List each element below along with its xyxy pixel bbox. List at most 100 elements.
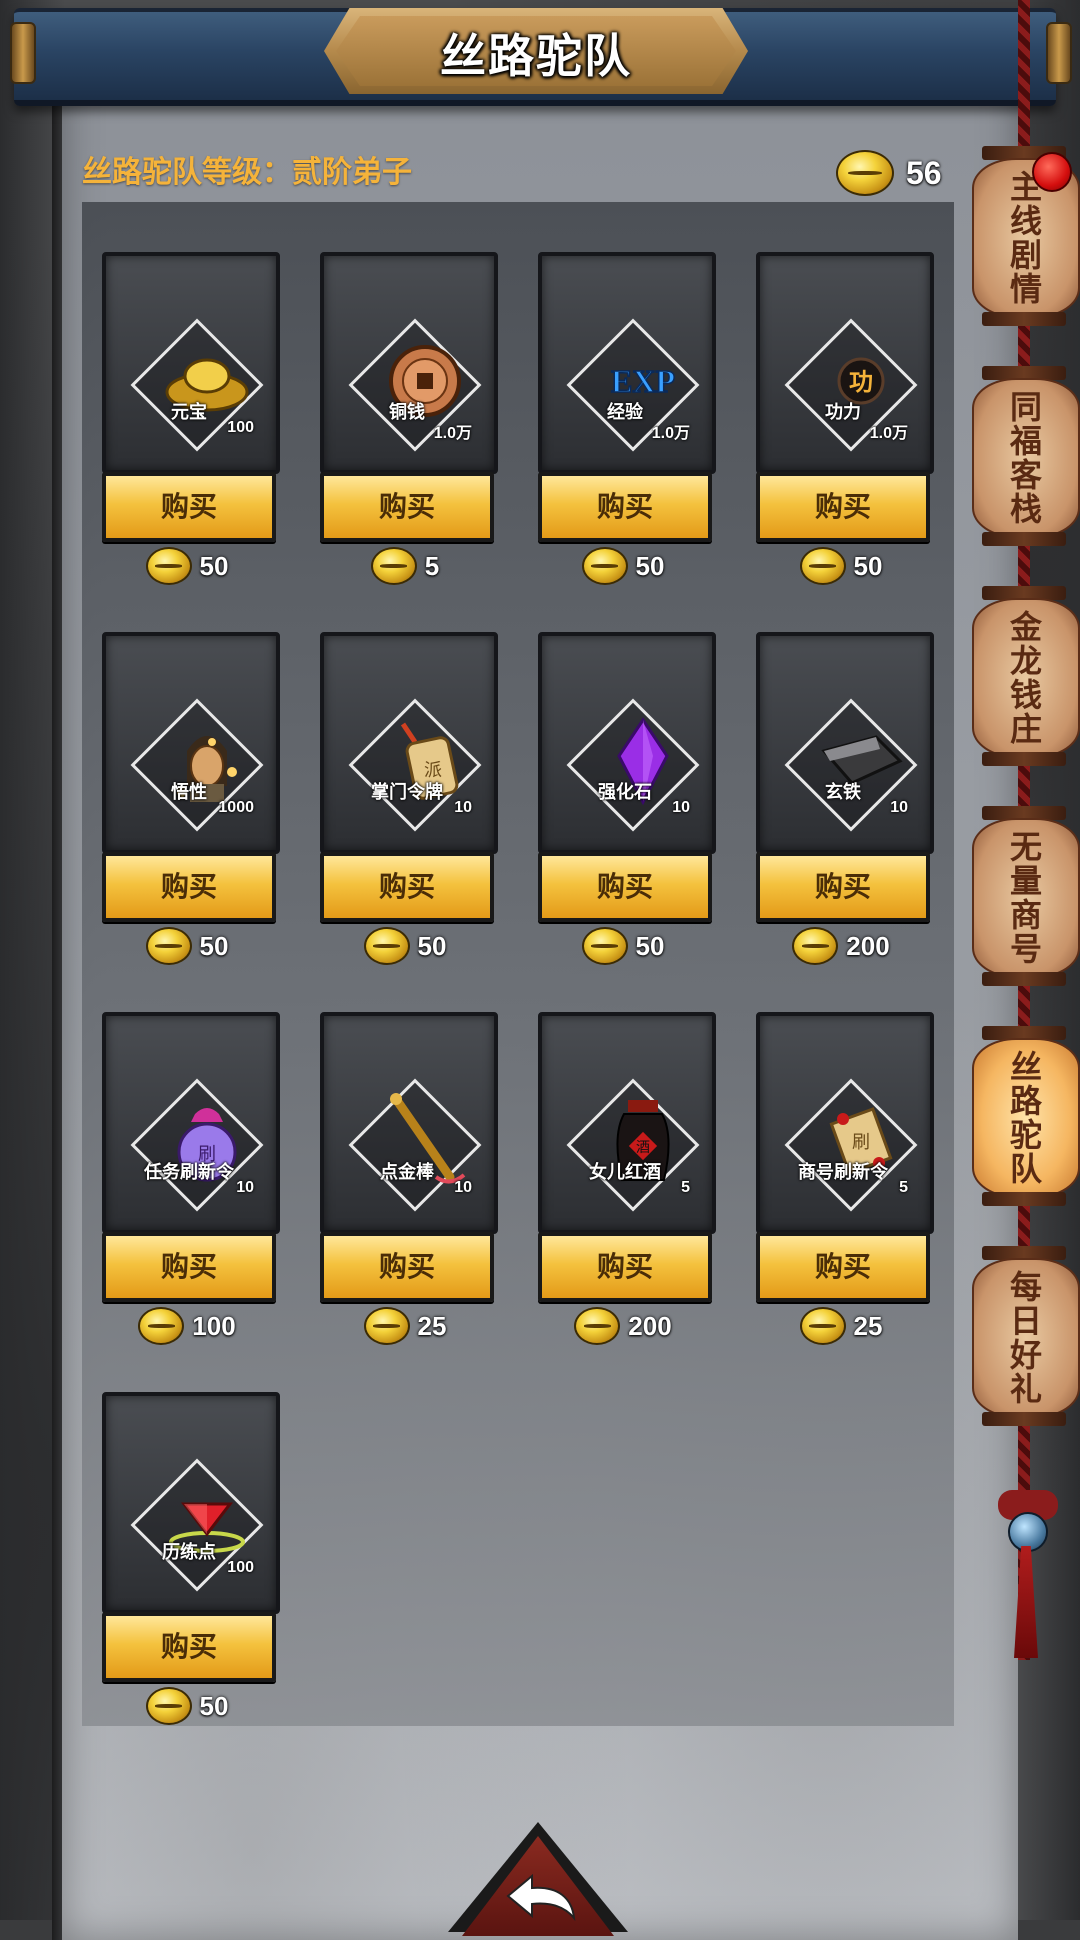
shop-item: 1.0万 铜钱购买 5 (300, 202, 498, 585)
item-price: 50 (102, 926, 272, 966)
price-value: 100 (192, 1310, 236, 1341)
item-name: 任务刷新令 (144, 1162, 234, 1182)
scroll-knob-left (10, 22, 36, 84)
gold-beetle-coin-icon (792, 927, 839, 965)
item-card[interactable]: 1000 (102, 632, 280, 854)
buy-button[interactable]: 购买 (756, 852, 930, 922)
item-name: 玄铁 (825, 782, 861, 802)
shop-item: 10 点金棒购买 25 (300, 962, 498, 1345)
shop-item: 功 1.0万 功力 购买 50 (736, 202, 934, 585)
buy-button[interactable]: 购买 (320, 472, 494, 542)
currency-count: 56 (906, 155, 942, 191)
buy-button[interactable]: 购买 (538, 852, 712, 922)
buy-button[interactable]: 购买 (320, 1232, 494, 1302)
gold-beetle-coin-icon (799, 1307, 846, 1345)
item-price: 5 (320, 546, 490, 586)
lantern-cap (982, 1192, 1066, 1206)
side-tab-label: 金龙钱庄 (1006, 610, 1042, 746)
item-price: 200 (756, 926, 926, 966)
price-value: 25 (417, 1310, 447, 1341)
price-value: 50 (199, 1690, 229, 1721)
shop-item: 派 10 掌门令牌 购买 50 (300, 582, 498, 965)
gold-beetle-coin-icon (145, 1687, 192, 1725)
buy-button[interactable]: 购买 (320, 852, 494, 922)
side-tab-jinlong-bank[interactable]: 金龙钱庄 (972, 586, 1080, 766)
shop-item: 10 玄铁购买 200 (736, 582, 934, 965)
buy-button[interactable]: 购买 (102, 1612, 276, 1682)
item-card[interactable]: 10 (320, 1012, 498, 1234)
item-price: 50 (756, 546, 926, 586)
shop-item: 1000 悟性 购买 50 (82, 582, 280, 965)
gold-beetle-coin-icon (836, 150, 894, 196)
price-value: 200 (846, 930, 890, 961)
item-card[interactable]: 100 (102, 252, 280, 474)
item-name: 点金棒 (380, 1162, 434, 1182)
shop-item: 100 历练点购买 50 (82, 1342, 280, 1725)
lantern-cap (982, 752, 1066, 766)
caravan-rank-label: 丝路驼队等级：贰阶弟子 (82, 156, 412, 189)
item-card[interactable]: 10 (756, 632, 934, 854)
side-tab-daily-gift[interactable]: 每日好礼 (972, 1246, 1080, 1426)
gold-beetle-coin-icon (138, 1307, 185, 1345)
item-name: 经验 (607, 402, 643, 422)
shop-item: EXP 1.0万 经验购买 50 (518, 202, 716, 585)
buy-button[interactable]: 购买 (102, 472, 276, 542)
gold-beetle-coin-icon (370, 547, 417, 585)
item-card[interactable]: 派 10 (320, 632, 498, 854)
item-card[interactable]: 刷 10 (102, 1012, 280, 1234)
gold-beetle-coin-icon (581, 927, 628, 965)
side-tab-label: 丝路驼队 (1006, 1050, 1042, 1186)
price-value: 50 (635, 550, 665, 581)
lantern-cap (982, 312, 1066, 326)
item-card[interactable]: 酒5 (538, 1012, 716, 1234)
buy-button[interactable]: 购买 (756, 1232, 930, 1302)
price-value: 50 (417, 930, 447, 961)
svg-text:酒: 酒 (636, 1140, 650, 1156)
buy-button[interactable]: 购买 (756, 472, 930, 542)
item-card[interactable]: EXP 1.0万 (538, 252, 716, 474)
item-price: 50 (320, 926, 490, 966)
back-arrow-icon (506, 1873, 576, 1922)
item-name: 强化石 (598, 782, 652, 802)
item-price: 25 (756, 1306, 926, 1346)
shop-item: 刷 10 任务刷新令购买 100 (82, 962, 280, 1345)
svg-text:EXP: EXP (611, 363, 675, 399)
item-name: 历练点 (162, 1542, 216, 1562)
item-card[interactable]: 10 (538, 632, 716, 854)
price-value: 50 (199, 550, 229, 581)
side-tab-label: 无量商号 (1006, 830, 1042, 966)
item-price: 100 (102, 1306, 272, 1346)
gold-beetle-coin-icon (145, 547, 192, 585)
lantern-cap (982, 972, 1066, 986)
svg-text:刷: 刷 (852, 1132, 870, 1153)
buy-button[interactable]: 购买 (538, 472, 712, 542)
price-value: 5 (424, 550, 440, 581)
side-tab-tongfu-inn[interactable]: 同福客栈 (972, 366, 1080, 546)
item-card[interactable]: 1.0万 (320, 252, 498, 474)
item-name: 铜钱 (389, 402, 425, 422)
shop-item: 刷 5 商号刷新令 购买 25 (736, 962, 934, 1345)
back-button[interactable] (448, 1822, 628, 1936)
item-name: 元宝 (171, 402, 207, 422)
gold-beetle-coin-icon (799, 547, 846, 585)
side-tab-wuliang-shop[interactable]: 无量商号 (972, 806, 1080, 986)
price-value: 50 (853, 550, 883, 581)
item-card[interactable]: 刷5 (756, 1012, 934, 1234)
gold-beetle-coin-icon (145, 927, 192, 965)
item-card[interactable]: 100 (102, 1392, 280, 1614)
gold-beetle-coin-icon (574, 1307, 621, 1345)
item-price: 200 (538, 1306, 708, 1346)
buy-button[interactable]: 购买 (538, 1232, 712, 1302)
side-tab-label: 同福客栈 (1006, 390, 1042, 526)
buy-button[interactable]: 购买 (102, 852, 276, 922)
side-tab-silk-road-caravan[interactable]: 丝路驼队 (972, 1026, 1080, 1206)
scroll-knob-right (1046, 22, 1072, 84)
gold-beetle-coin-icon (581, 547, 628, 585)
item-price: 50 (538, 926, 708, 966)
alert-badge (1032, 152, 1072, 192)
buy-button[interactable]: 购买 (102, 1232, 276, 1302)
side-tab-label: 每日好礼 (1006, 1270, 1042, 1406)
price-value: 50 (635, 930, 665, 961)
gold-beetle-coin-icon (363, 927, 410, 965)
item-card[interactable]: 功 1.0万 (756, 252, 934, 474)
